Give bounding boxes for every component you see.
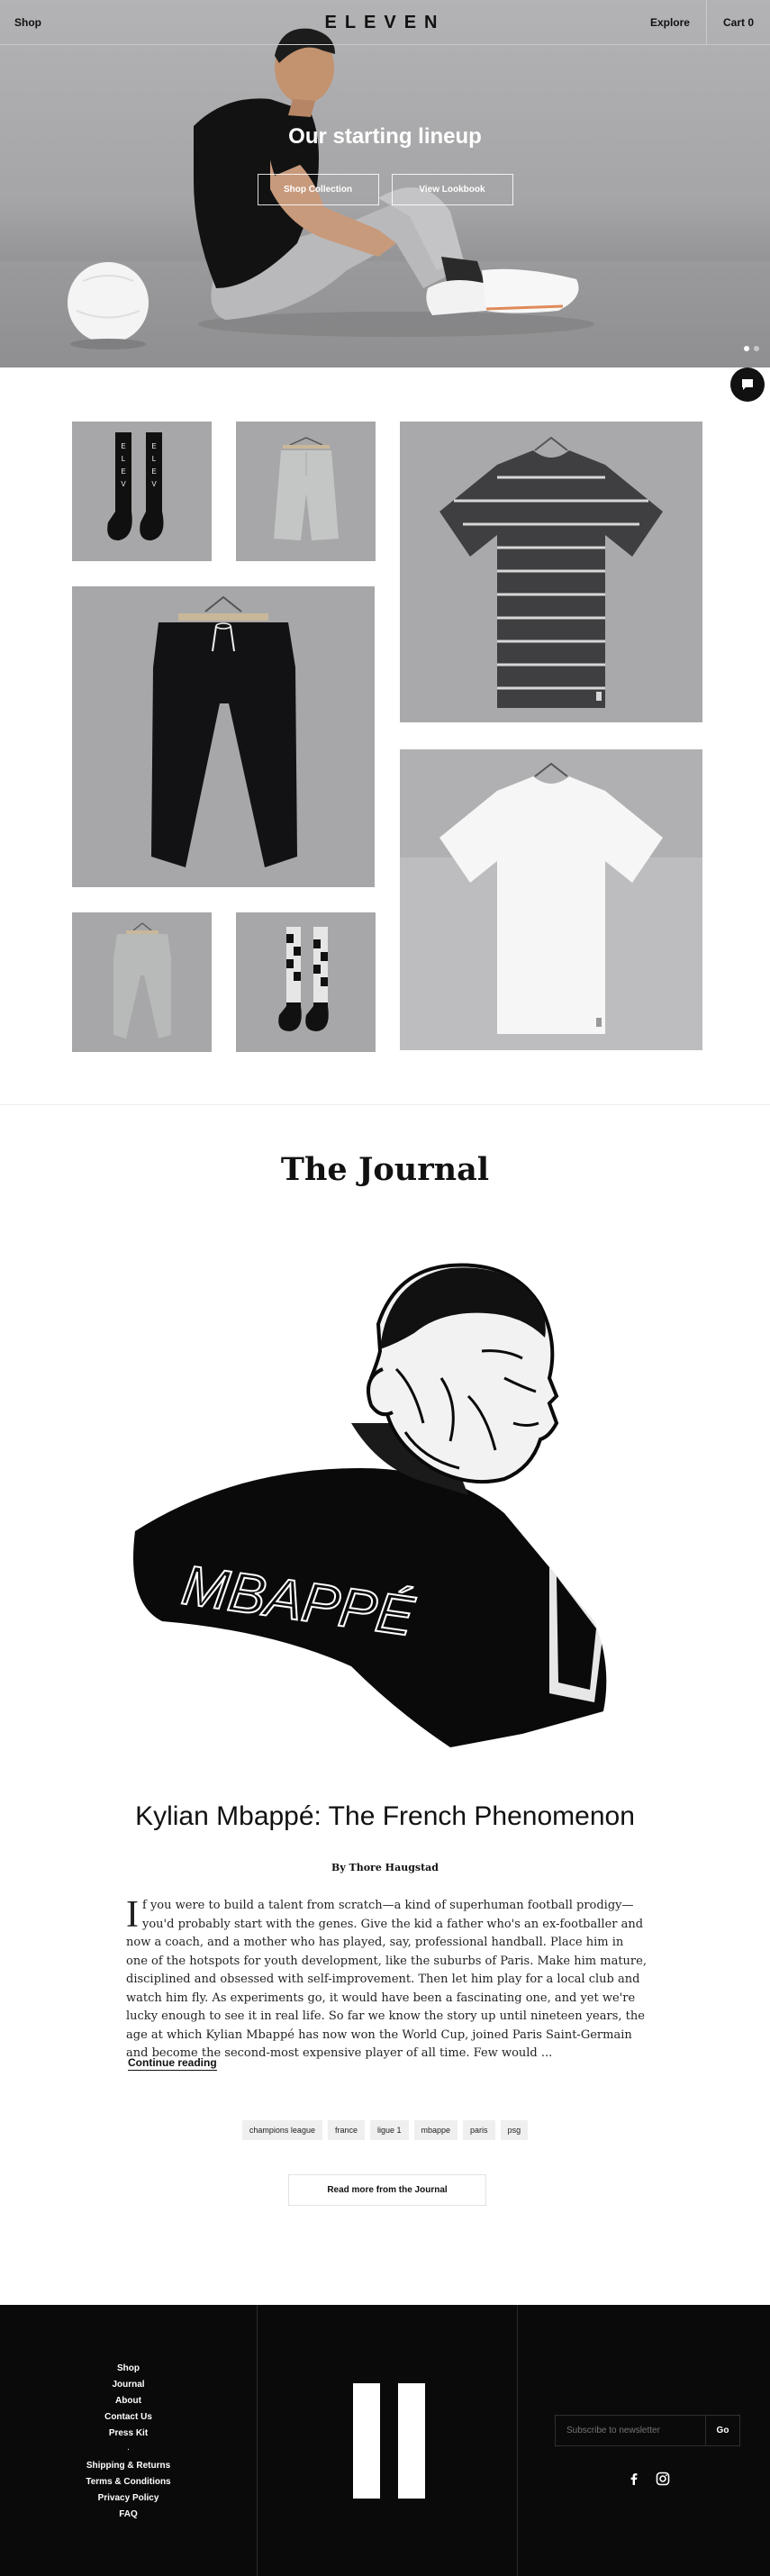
- footer-link-about[interactable]: About: [0, 2393, 257, 2409]
- footer-link-shop[interactable]: Shop: [0, 2361, 257, 2377]
- svg-text:E: E: [151, 442, 156, 450]
- hero-title: Our starting lineup: [288, 124, 482, 149]
- slider-dots: [739, 346, 759, 351]
- tag-item[interactable]: champions league: [241, 2120, 322, 2140]
- tag-item[interactable]: mbappe: [413, 2120, 458, 2140]
- product-black-joggers-image: [151, 595, 297, 867]
- svg-text:V: V: [121, 480, 126, 488]
- product-shorts-image: [274, 437, 339, 540]
- product-tile[interactable]: [236, 912, 376, 1052]
- tag-item[interactable]: ligue 1: [369, 2120, 409, 2140]
- product-socks-black-image: E L E V E L E V: [107, 432, 164, 540]
- article-tags: champions league france ligue 1 mbappe p…: [0, 2120, 770, 2140]
- tag-item[interactable]: psg: [500, 2120, 529, 2140]
- article-excerpt: If you were to build a talent from scrat…: [126, 1894, 648, 2064]
- footer-link-press-kit[interactable]: Press Kit: [0, 2426, 257, 2442]
- hero-buttons: Shop Collection View Lookbook: [0, 174, 770, 205]
- chat-button[interactable]: [730, 367, 765, 402]
- excerpt-text: f you were to build a talent from scratc…: [126, 1899, 647, 2060]
- svg-text:E: E: [121, 467, 125, 476]
- product-grey-joggers-image: [113, 922, 171, 1039]
- excerpt-dropcap: I: [126, 1894, 139, 1936]
- product-pixel-socks-image: [278, 927, 329, 1031]
- nav-cart-link[interactable]: Cart 0: [705, 0, 770, 45]
- product-striped-tshirt-image: [439, 436, 663, 708]
- continue-reading-link[interactable]: Continue reading: [128, 2056, 217, 2071]
- slider-dot-2[interactable]: [754, 346, 759, 351]
- svg-text:E: E: [151, 467, 156, 476]
- footer-link-terms[interactable]: Terms & Conditions: [0, 2474, 257, 2490]
- footer-link-journal[interactable]: Journal: [0, 2377, 257, 2393]
- product-tile[interactable]: [72, 586, 375, 887]
- footer-logo-bar: [398, 2383, 425, 2499]
- product-tile[interactable]: [400, 749, 702, 1050]
- article-illustration[interactable]: MBAPPÉ: [126, 1243, 630, 1747]
- svg-text:V: V: [151, 480, 157, 488]
- footer-links: Shop Journal About Contact Us Press Kit …: [0, 2361, 257, 2523]
- newsletter-form: Go: [555, 2415, 740, 2446]
- article-byline: By Thore Haugstad: [331, 1862, 439, 1873]
- nav-right: Explore Cart 0: [634, 0, 770, 45]
- social-links: [625, 2470, 683, 2488]
- product-tile[interactable]: [236, 422, 376, 561]
- chat-icon: [742, 379, 753, 390]
- svg-text:L: L: [152, 455, 157, 463]
- product-white-tshirt-image: [400, 762, 702, 1050]
- nav-explore-link[interactable]: Explore: [634, 0, 706, 45]
- tag-item[interactable]: france: [327, 2120, 365, 2140]
- slider-dot-1[interactable]: [744, 346, 749, 351]
- facebook-icon[interactable]: [625, 2470, 643, 2488]
- instagram-icon[interactable]: [654, 2470, 672, 2488]
- footer-link-privacy[interactable]: Privacy Policy: [0, 2490, 257, 2507]
- svg-text:L: L: [122, 455, 126, 463]
- newsletter-go-button[interactable]: Go: [705, 2416, 739, 2445]
- footer-link-contact[interactable]: Contact Us: [0, 2409, 257, 2426]
- tag-item[interactable]: paris: [463, 2120, 495, 2140]
- footer-divider: [517, 2305, 518, 2576]
- section-divider: [0, 1104, 770, 1105]
- footer-link-shipping[interactable]: Shipping & Returns: [0, 2458, 257, 2474]
- hero-banner: Our starting lineup Shop Collection View…: [0, 0, 770, 367]
- product-tile[interactable]: E L E V E L E V: [72, 422, 212, 561]
- article-title[interactable]: Kylian Mbappé: The French Phenomenon: [0, 1801, 770, 1832]
- footer-separator: ·: [126, 2444, 131, 2454]
- product-tile[interactable]: [400, 422, 702, 722]
- journal-heading: The Journal: [280, 1151, 490, 1188]
- footer-logo-bar: [353, 2383, 380, 2499]
- footer-link-faq[interactable]: FAQ: [0, 2507, 257, 2523]
- svg-text:E: E: [121, 442, 125, 450]
- read-more-journal-button[interactable]: Read more from the Journal: [288, 2174, 486, 2206]
- newsletter-input[interactable]: [556, 2416, 705, 2445]
- shop-collection-button[interactable]: Shop Collection: [257, 174, 379, 205]
- footer-logo-mark[interactable]: [353, 2383, 425, 2499]
- product-tile[interactable]: [72, 912, 212, 1052]
- site-header: Shop ELEVEN Explore Cart 0: [0, 0, 770, 45]
- footer-divider: [257, 2305, 258, 2576]
- view-lookbook-button[interactable]: View Lookbook: [391, 174, 513, 205]
